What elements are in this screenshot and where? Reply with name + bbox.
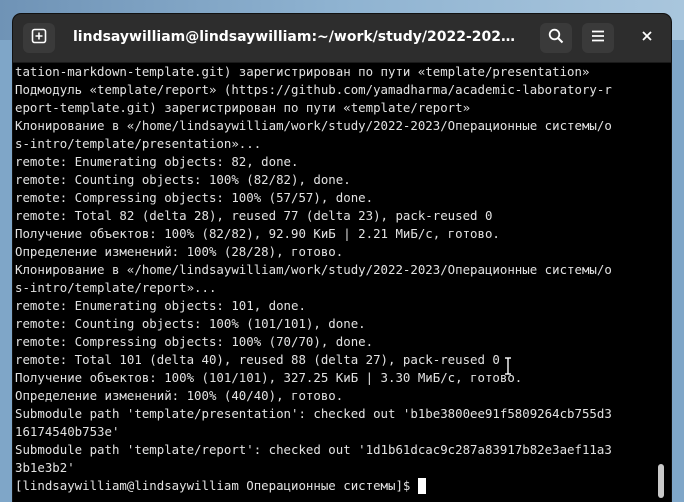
terminal-line: s-intro/template/presentation»... xyxy=(15,136,262,151)
terminal-line: remote: Counting objects: 100% (82/82), … xyxy=(15,172,351,187)
terminal-line: remote: Compressing objects: 100% (70/70… xyxy=(15,334,374,349)
terminal-line: 3b1e3b2' xyxy=(15,460,75,475)
menu-button[interactable] xyxy=(582,23,614,53)
close-button[interactable] xyxy=(631,23,663,53)
text-cursor xyxy=(418,478,427,494)
terminal-line: Подмодуль «template/report» (https://git… xyxy=(15,82,612,97)
hamburger-menu-icon xyxy=(590,28,606,49)
prompt-line[interactable]: [lindsaywilliam@lindsaywilliam Операцион… xyxy=(15,477,658,495)
terminal-line: tation-markdown-template.git) зарегистри… xyxy=(15,64,590,79)
terminal-line: remote: Total 82 (delta 28), reused 77 (… xyxy=(15,208,493,223)
terminal-line: remote: Total 101 (delta 40), reused 88 … xyxy=(15,352,500,367)
terminal-line: 16174540b753e' xyxy=(15,424,120,439)
plus-square-icon xyxy=(31,28,47,49)
terminal-line: Определение изменений: 100% (40/40), гот… xyxy=(15,388,344,403)
terminal-line: Получение объектов: 100% (101/101), 327.… xyxy=(15,370,523,385)
new-tab-button[interactable] xyxy=(23,23,55,53)
terminal-line: remote: Counting objects: 100% (101/101)… xyxy=(15,316,366,331)
terminal-line: s-intro/template/report»... xyxy=(15,280,217,295)
shell-prompt: [lindsaywilliam@lindsaywilliam Операцион… xyxy=(15,478,411,493)
terminal-line: Клонирование в «/home/lindsaywilliam/wor… xyxy=(15,262,612,277)
search-button[interactable] xyxy=(540,23,572,53)
headerbar: lindsaywilliam@lindsaywilliam:~/work/stu… xyxy=(13,14,671,63)
terminal-line: eport-template.git) зарегистрирован по п… xyxy=(15,100,471,115)
terminal-line: Submodule path 'template/presentation': … xyxy=(15,406,612,421)
search-icon xyxy=(548,28,564,49)
terminal-window: lindsaywilliam@lindsaywilliam:~/work/stu… xyxy=(13,14,671,502)
ibeam-cursor-icon xyxy=(503,357,513,375)
window-title: lindsaywilliam@lindsaywilliam:~/work/stu… xyxy=(73,29,523,45)
terminal-line: Клонирование в «/home/lindsaywilliam/wor… xyxy=(15,118,612,133)
terminal-line: remote: Enumerating objects: 101, done. xyxy=(15,298,306,313)
terminal-line: remote: Compressing objects: 100% (57/57… xyxy=(15,190,374,205)
close-icon xyxy=(641,29,653,47)
scrollbar[interactable] xyxy=(658,63,666,502)
scrollbar-thumb[interactable] xyxy=(658,464,664,498)
terminal-line: remote: Enumerating objects: 82, done. xyxy=(15,154,299,169)
terminal-line: Определение изменений: 100% (28/28), гот… xyxy=(15,244,344,259)
terminal-line: Получение объектов: 100% (82/82), 92.90 … xyxy=(15,226,500,241)
terminal-output[interactable]: tation-markdown-template.git) зарегистри… xyxy=(13,63,658,502)
terminal-line: Submodule path 'template/report': checke… xyxy=(15,442,612,457)
